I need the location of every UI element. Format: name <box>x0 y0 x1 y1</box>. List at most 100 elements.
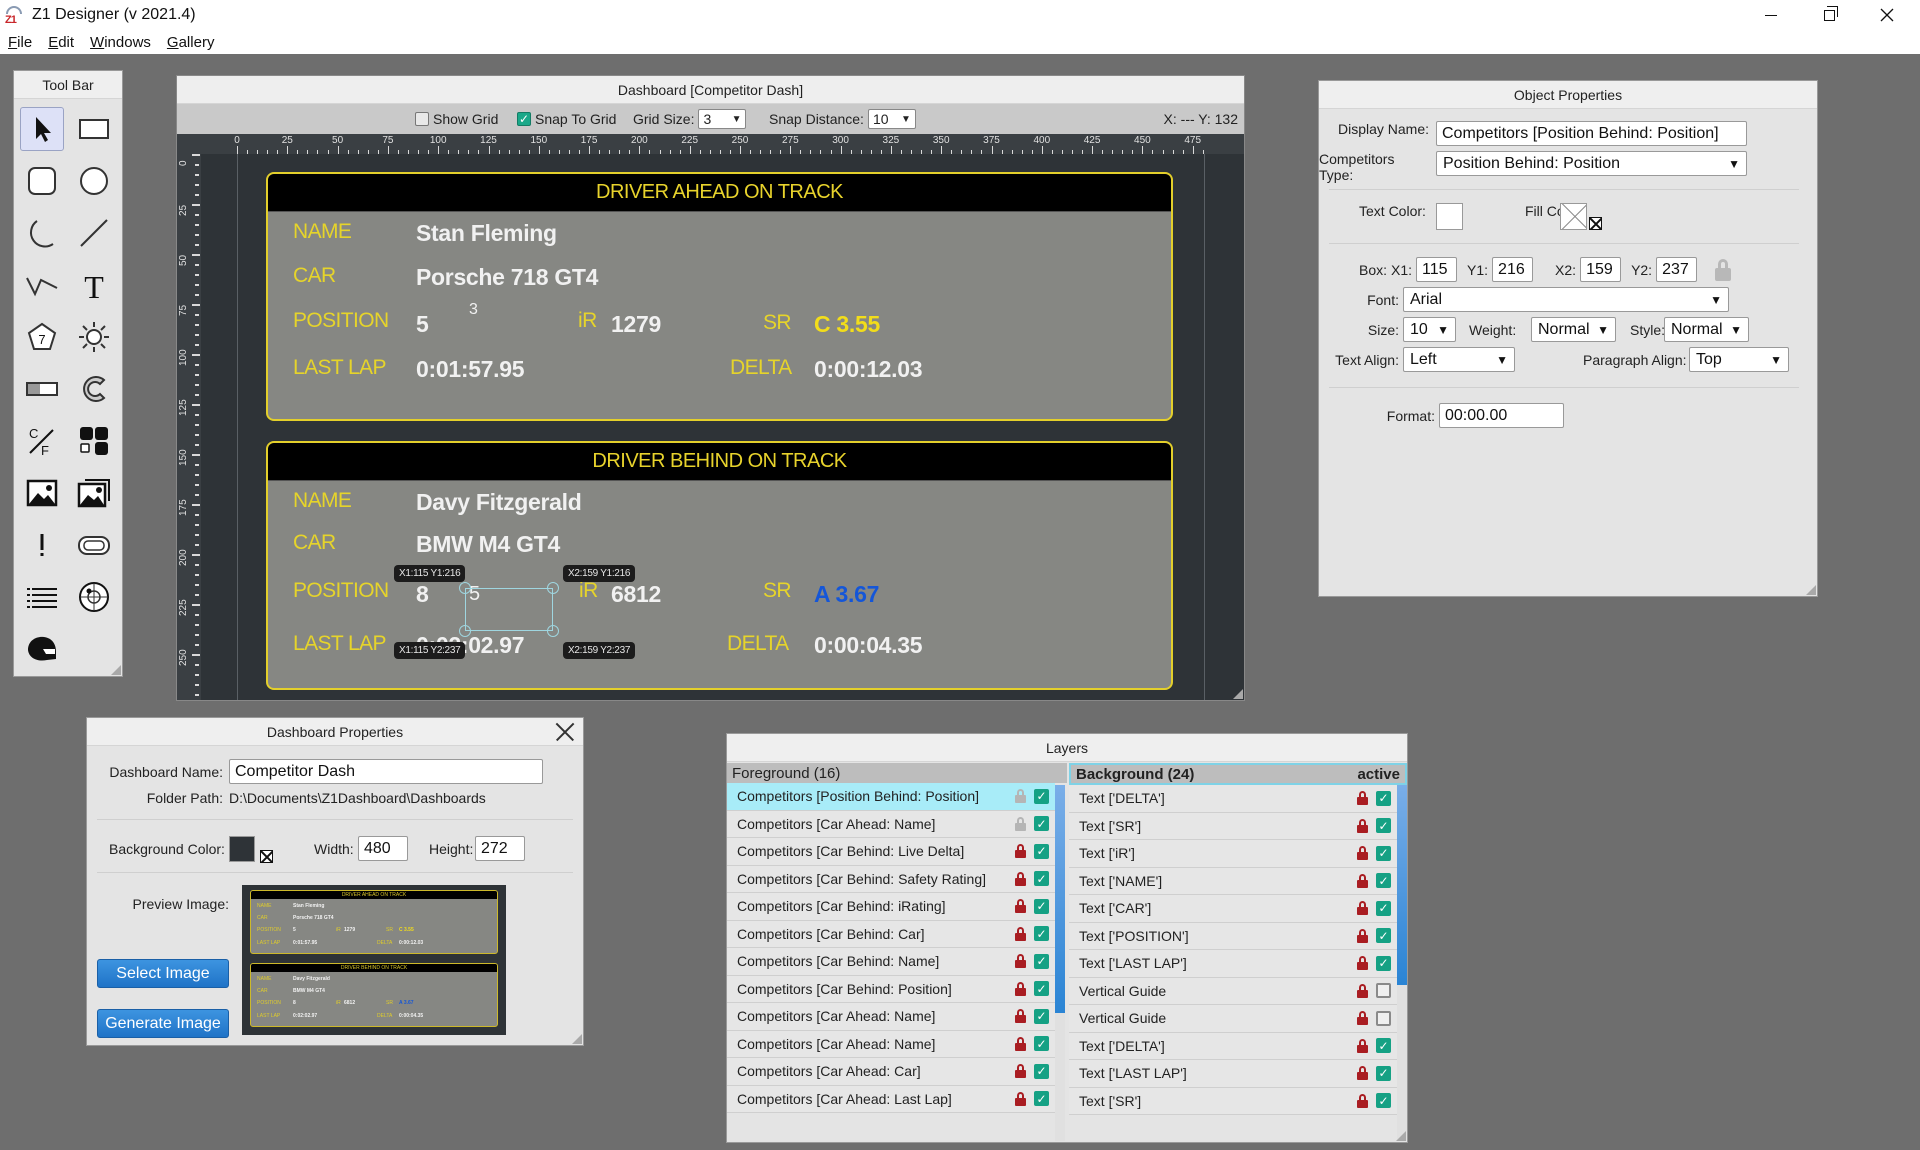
format-input[interactable]: 00:00.00 <box>1439 403 1564 428</box>
visibility-checkbox[interactable]: ✓ <box>1376 873 1391 889</box>
menu-windows[interactable]: Windows <box>88 34 153 51</box>
foreground-header[interactable]: Foreground (16) <box>727 763 1067 783</box>
layer-row[interactable]: Competitors [Car Ahead: Name] ✓ <box>727 1030 1055 1058</box>
visibility-checkbox[interactable]: ✓ <box>1034 1036 1049 1052</box>
tool-helmet[interactable] <box>20 627 64 671</box>
resize-grip[interactable] <box>111 665 121 675</box>
menu-edit[interactable]: Edit <box>46 34 76 51</box>
tool-circle[interactable] <box>72 159 116 203</box>
snap-to-grid-option[interactable]: ✓ Snap To Grid <box>517 104 616 134</box>
layer-row[interactable]: Text ['iR'] ✓ <box>1069 840 1397 868</box>
foreground-scroll-thumb[interactable] <box>1055 785 1065 1013</box>
text-align-select[interactable]: Left ▼ <box>1403 347 1515 372</box>
delta-value[interactable]: 0:00:04.35 <box>814 632 923 659</box>
layer-row[interactable]: Competitors [Car Behind: Name] ✓ <box>727 948 1055 976</box>
lock-icon[interactable] <box>1357 1066 1368 1081</box>
lock-icon[interactable] <box>1357 901 1368 916</box>
snap-to-grid-checkbox[interactable]: ✓ <box>517 112 531 126</box>
lock-icon[interactable] <box>1015 954 1026 969</box>
tool-gear-indicator[interactable]: 7 <box>20 315 64 359</box>
lock-icon[interactable] <box>1015 1009 1026 1024</box>
lock-icon[interactable] <box>1357 956 1368 971</box>
layer-row[interactable]: Competitors [Car Ahead: Name] ✓ <box>727 1003 1055 1031</box>
grid-size-select[interactable]: 3 ▼ <box>698 109 747 129</box>
visibility-checkbox[interactable]: ✓ <box>1034 926 1049 942</box>
visibility-checkbox[interactable]: ✓ <box>1034 843 1049 859</box>
visibility-checkbox[interactable]: ✓ <box>1376 900 1391 916</box>
visibility-checkbox[interactable]: ✓ <box>1034 953 1049 969</box>
visibility-checkbox[interactable]: ✓ <box>1376 1093 1391 1109</box>
visibility-checkbox[interactable]: ✓ <box>1376 1038 1391 1054</box>
layer-row[interactable]: Text ['CAR'] ✓ <box>1069 895 1397 923</box>
resize-grip[interactable] <box>1396 1131 1406 1141</box>
dashboard-canvas[interactable]: DRIVER AHEAD ON TRACK NAME Stan Fleming … <box>201 154 1244 700</box>
lock-icon[interactable] <box>1357 1038 1368 1053</box>
layer-row[interactable]: Text ['DELTA'] ✓ <box>1069 785 1397 813</box>
resize-grip[interactable] <box>1233 689 1243 699</box>
visibility-checkbox[interactable]: ✓ <box>1376 790 1391 806</box>
tool-list[interactable] <box>20 575 64 619</box>
foreground-scrollbar[interactable] <box>1055 785 1065 1141</box>
layer-row[interactable]: Competitors [Car Behind: Car] ✓ <box>727 920 1055 948</box>
menu-file[interactable]: File <box>6 34 34 51</box>
background-header[interactable]: Background (24) active <box>1069 763 1407 785</box>
y1-input[interactable]: 216 <box>1492 257 1534 282</box>
y2-input[interactable]: 237 <box>1656 257 1698 282</box>
tool-polyline[interactable] <box>20 263 64 307</box>
resize-handle-bottom-right[interactable] <box>547 625 559 637</box>
height-input[interactable]: 272 <box>475 836 525 861</box>
lock-icon[interactable] <box>1015 844 1026 859</box>
irating-value[interactable]: 6812 <box>611 581 661 608</box>
visibility-checkbox[interactable]: ✓ <box>1034 816 1049 832</box>
layer-row[interactable]: Text ['LAST LAP'] ✓ <box>1069 950 1397 978</box>
lock-icon[interactable] <box>1357 818 1368 833</box>
layer-row[interactable]: Text ['SR'] ✓ <box>1069 812 1397 840</box>
lock-icon[interactable] <box>1357 983 1368 998</box>
layer-row[interactable]: Competitors [Position Behind: Position] ✓ <box>727 783 1055 811</box>
sr-value[interactable]: A 3.67 <box>814 581 879 608</box>
tool-image[interactable] <box>20 471 64 515</box>
layer-row[interactable]: Competitors [Car Ahead: Last Lap] ✓ <box>727 1085 1055 1113</box>
clear-background-color-icon[interactable] <box>260 850 273 863</box>
vertical-guide[interactable] <box>1204 154 1205 700</box>
visibility-checkbox[interactable]: ✓ <box>1376 845 1391 861</box>
driver-name[interactable]: Davy Fitzgerald <box>416 489 582 516</box>
lock-icon[interactable] <box>1357 1093 1368 1108</box>
layer-row[interactable]: Text ['POSITION'] ✓ <box>1069 922 1397 950</box>
layer-row[interactable]: Competitors [Car Behind: Safety Rating] ✓ <box>727 865 1055 893</box>
layer-row[interactable]: Competitors [Car Behind: iRating] ✓ <box>727 893 1055 921</box>
display-name-input[interactable]: Competitors [Position Behind: Position] <box>1436 121 1747 146</box>
resize-handle-bottom-left[interactable] <box>459 625 471 637</box>
show-grid-option[interactable]: Show Grid <box>415 104 498 134</box>
class-position-value[interactable]: 3 <box>469 301 478 319</box>
background-color-swatch[interactable] <box>229 836 255 862</box>
tool-arc-gauge[interactable] <box>72 367 116 411</box>
layer-row[interactable]: Competitors [Car Ahead: Name] ✓ <box>727 810 1055 838</box>
driver-ahead-card[interactable]: DRIVER AHEAD ON TRACK NAME Stan Fleming … <box>266 172 1173 421</box>
text-color-swatch[interactable] <box>1436 203 1463 230</box>
tool-arc[interactable] <box>20 211 64 255</box>
x1-input[interactable]: 115 <box>1416 257 1458 282</box>
resize-grip[interactable] <box>1806 585 1816 595</box>
layer-row[interactable]: Text ['DELTA'] ✓ <box>1069 1032 1397 1060</box>
visibility-checkbox[interactable] <box>1376 1010 1391 1026</box>
visibility-checkbox[interactable]: ✓ <box>1034 981 1049 997</box>
lock-icon[interactable] <box>1357 846 1368 861</box>
style-select[interactable]: Normal ▼ <box>1664 317 1749 342</box>
background-scroll-thumb[interactable] <box>1397 785 1407 985</box>
paragraph-align-select[interactable]: Top ▼ <box>1689 347 1789 372</box>
lock-icon[interactable] <box>1357 928 1368 943</box>
tool-button-group[interactable] <box>72 419 116 463</box>
lock-icon[interactable] <box>1357 791 1368 806</box>
restore-button[interactable] <box>1800 0 1858 30</box>
layer-row[interactable]: Text ['LAST LAP'] ✓ <box>1069 1060 1397 1088</box>
tool-brightness[interactable] <box>72 315 116 359</box>
driver-name[interactable]: Stan Fleming <box>416 220 557 247</box>
menu-gallery[interactable]: Gallery <box>165 34 217 51</box>
dashboard-name-input[interactable]: Competitor Dash <box>229 759 543 784</box>
layer-row[interactable]: Vertical Guide <box>1069 1005 1397 1033</box>
x2-input[interactable]: 159 <box>1580 257 1622 282</box>
visibility-checkbox[interactable]: ✓ <box>1034 898 1049 914</box>
layer-row[interactable]: Competitors [Car Ahead: Car] ✓ <box>727 1058 1055 1086</box>
layer-row[interactable]: Competitors [Car Behind: Live Delta] ✓ <box>727 838 1055 866</box>
